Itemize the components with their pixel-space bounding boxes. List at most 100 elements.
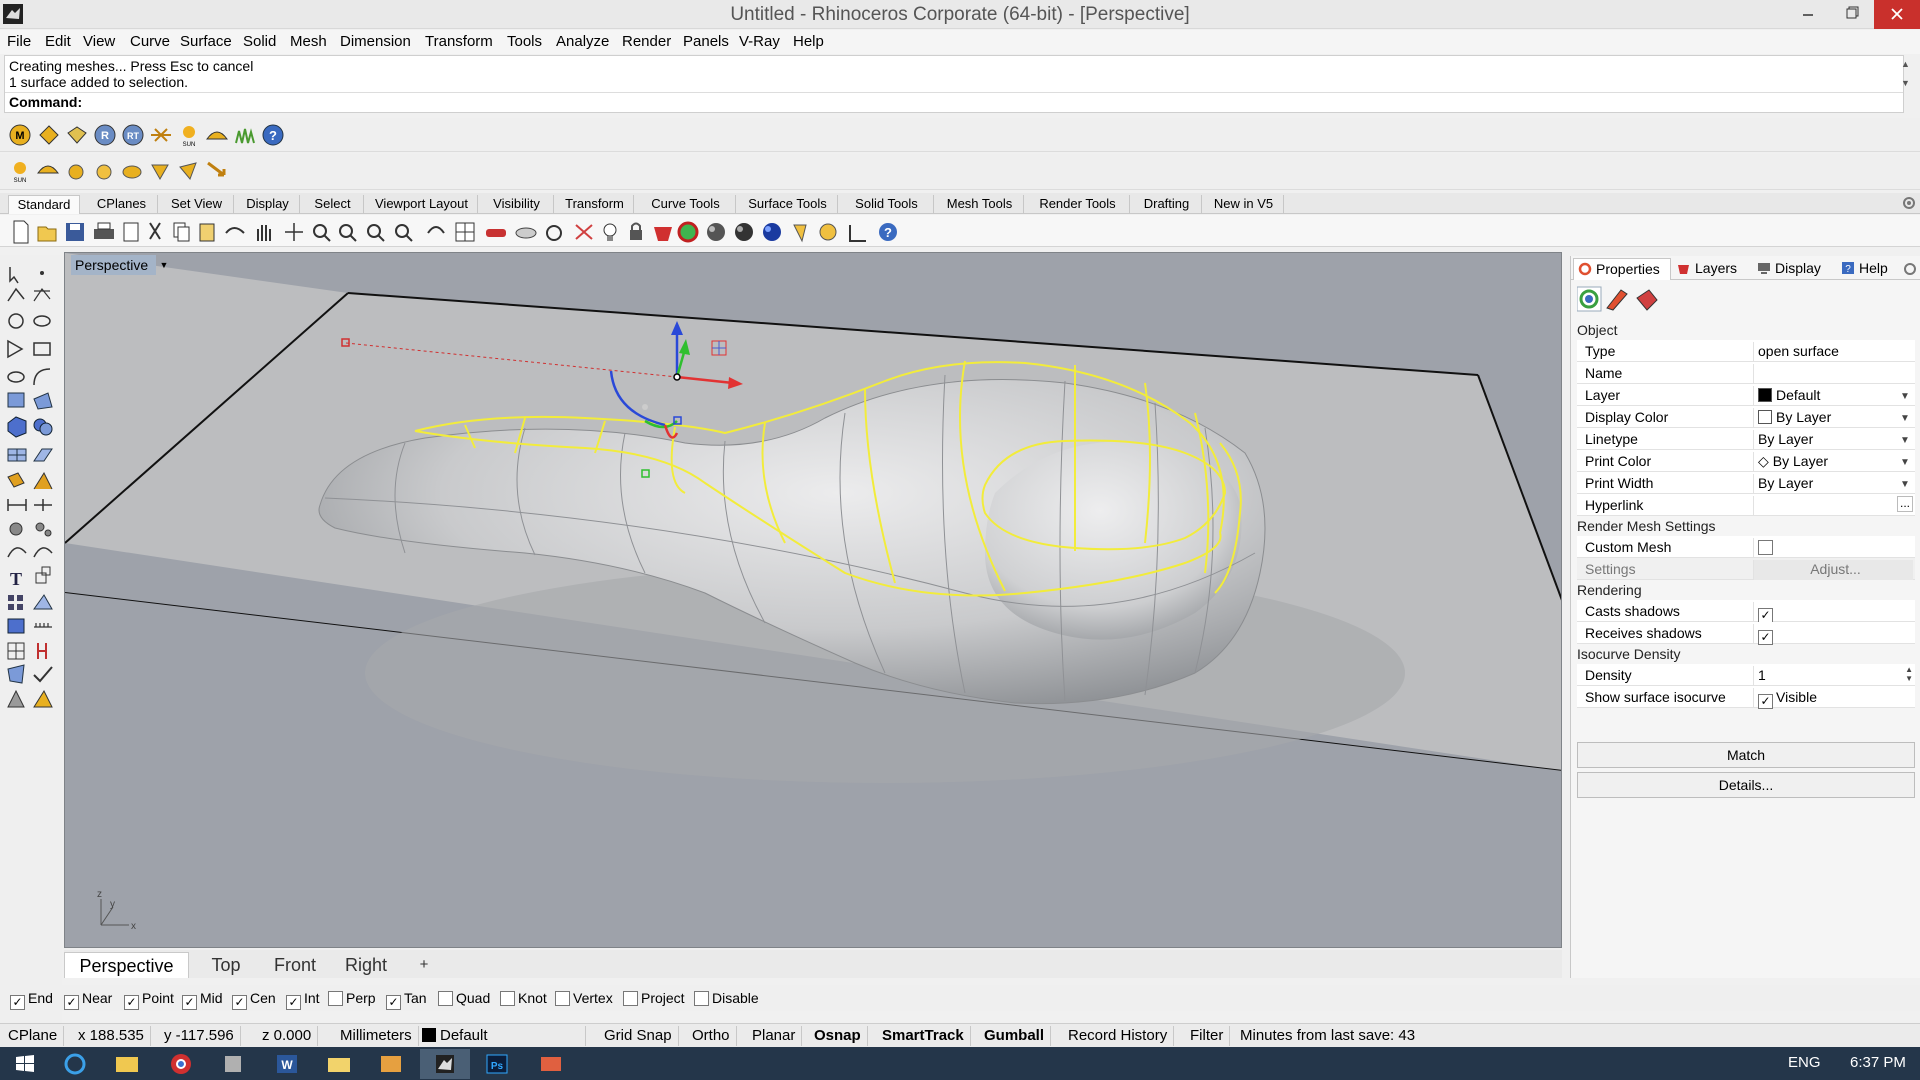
copy-icon[interactable] [173,222,190,242]
options-icon[interactable] [819,223,837,241]
menu-edit[interactable]: Edit [45,33,71,51]
hyperlink-browse-button[interactable]: ... [1897,496,1913,512]
rectangle-icon[interactable] [33,342,51,356]
osnap-checkbox[interactable]: ✓ [286,995,301,1010]
tab-layers[interactable]: Layers [1673,258,1751,280]
prop-linetype-select[interactable]: By Layer ▼ [1753,430,1913,450]
ruler-icon[interactable] [34,623,52,628]
prop-print-width-select[interactable]: By Layer ▼ [1753,474,1913,494]
help-icon[interactable]: ? [879,223,897,241]
status-gumball[interactable]: Gumball [978,1026,1052,1046]
four-view-icon[interactable] [455,222,475,242]
surface-extrude-icon[interactable] [33,392,53,410]
osnap-checkbox[interactable]: ✓ [386,995,401,1010]
osnap-perp[interactable]: Perp [328,989,376,1007]
status-planar[interactable]: Planar [746,1026,803,1046]
tab-standard[interactable]: Standard [8,195,80,214]
tab-top[interactable]: Top [196,952,256,978]
osnap-end[interactable]: ✓ End [10,989,53,1010]
media-icon[interactable] [366,1049,416,1079]
tab-perspective[interactable]: Perspective [64,952,189,978]
osnap-int[interactable]: ✓ Int [286,989,320,1010]
text-dim-icon[interactable] [34,499,52,511]
dimension-icon[interactable] [849,225,866,242]
rect-light-icon[interactable] [120,159,144,183]
tab-display[interactable]: Display [236,195,300,214]
solid-union-icon[interactable] [33,418,53,436]
prop-display-color-select[interactable]: By Layer ▼ [1753,408,1913,428]
tab-transform[interactable]: Transform [556,195,634,214]
gear-icon[interactable] [1902,196,1916,210]
circle-icon[interactable] [8,313,24,329]
tab-help[interactable]: ? Help [1837,258,1903,280]
viewport-menu-dropdown-icon[interactable]: ▼ [157,257,171,273]
details-button[interactable]: Details... [1577,772,1915,798]
box-icon[interactable] [7,416,27,438]
status-record-history[interactable]: Record History [1062,1026,1175,1046]
scroll-down-icon[interactable]: ▼ [1901,78,1910,88]
osnap-point[interactable]: ✓ Point [124,989,174,1010]
page-setup-icon[interactable] [123,222,139,242]
grid-array-icon[interactable] [7,642,25,660]
rhino-icon[interactable] [420,1049,470,1079]
paste-icon[interactable] [199,223,215,242]
move-icon[interactable] [33,471,53,490]
vray-frame-buffer-icon[interactable] [149,123,173,147]
group-icon[interactable] [9,522,23,536]
osnap-tan[interactable]: ✓ Tan [386,989,427,1010]
tab-new-in-v5[interactable]: New in V5 [1204,195,1284,214]
chrome-icon[interactable] [156,1049,206,1079]
viewport-canvas[interactable] [65,253,1562,948]
receives-shadows-checkbox[interactable]: ✓ [1758,630,1773,645]
tab-cplanes[interactable]: CPlanes [86,195,158,214]
texture-mapping-icon[interactable] [1636,289,1658,311]
chevron-down-icon[interactable]: ▼ [1897,410,1913,428]
color-wheel-icon[interactable] [677,221,699,243]
status-ortho[interactable]: Ortho [686,1026,737,1046]
tab-render-tools[interactable]: Render Tools [1026,195,1130,214]
density-spinner-icon[interactable]: ▲ ▼ [1905,665,1913,683]
mesh-plane-icon[interactable] [33,448,53,462]
osnap-vertex[interactable]: Vertex [555,989,613,1007]
tab-display[interactable]: Display [1753,258,1835,280]
menu-view[interactable]: View [83,33,115,51]
chevron-down-icon[interactable]: ▼ [1897,432,1913,450]
cone-icon[interactable] [7,689,25,708]
osnap-checkbox[interactable] [500,991,515,1006]
menu-dimension[interactable]: Dimension [340,33,411,51]
shaded-sphere-icon[interactable] [707,223,725,241]
menu-mesh[interactable]: Mesh [290,33,327,51]
arc-icon[interactable] [33,368,51,386]
app-icon[interactable] [208,1049,258,1079]
density-input[interactable]: 1 [1753,666,1913,686]
show-objects-icon[interactable] [515,227,537,239]
tab-surface-tools[interactable]: Surface Tools [738,195,838,214]
ie-icon[interactable] [50,1049,100,1079]
prop-hyperlink-field[interactable] [1753,496,1913,516]
minimize-button[interactable] [1786,0,1830,29]
chevron-down-icon[interactable]: ▼ [1897,476,1913,494]
osnap-checkbox[interactable] [555,991,570,1006]
polygon-icon[interactable] [7,339,24,359]
vray-options-icon[interactable] [37,123,61,147]
curve-icon[interactable] [33,287,51,302]
transform-icon[interactable] [7,472,25,488]
menu-vray[interactable]: V-Ray [739,33,780,51]
light-icon[interactable] [793,224,807,243]
sphere-light-icon[interactable] [64,159,88,183]
word-icon[interactable]: W [262,1049,312,1079]
pyramid-icon[interactable] [33,689,53,708]
point-icon[interactable] [40,271,44,275]
layer-icon[interactable] [654,227,672,241]
status-layer[interactable]: Default [416,1026,586,1046]
dimension-tool-icon[interactable] [7,499,27,511]
tab-select[interactable]: Select [302,195,364,214]
undo-icon[interactable] [225,227,245,234]
tab-mesh-tools[interactable]: Mesh Tools [936,195,1024,214]
zoom-window-icon[interactable] [339,224,357,242]
scale-icon[interactable] [35,566,51,584]
visible-checkbox[interactable]: ✓ [1758,694,1773,709]
chevron-down-icon[interactable]: ▼ [1897,388,1913,406]
osnap-checkbox[interactable] [623,991,638,1006]
menu-help[interactable]: Help [793,33,824,51]
